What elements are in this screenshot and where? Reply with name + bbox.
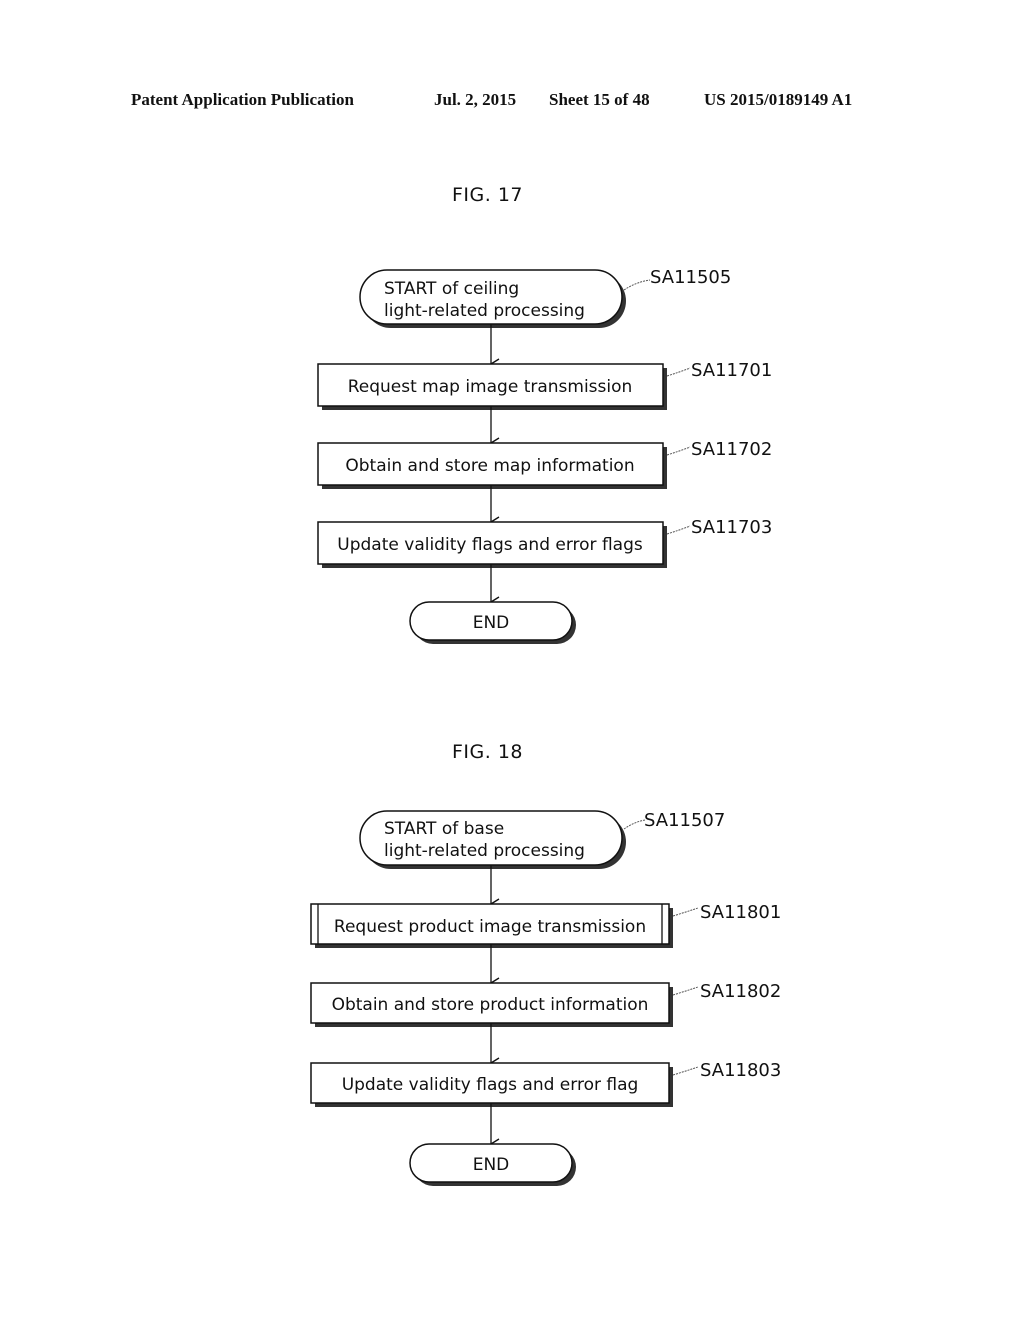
fig17-step-3-label: Update validity flags and error flags [337, 535, 643, 555]
fig18-step-3-leader [672, 1066, 699, 1076]
fig18-step-3: Update validity flags and error flag [310, 1062, 673, 1107]
fig18-step-2-leader [672, 986, 699, 996]
fig17-start-line1: START of ceiling [384, 279, 519, 299]
fig18-flowchart: START of base light-related processing S… [310, 810, 781, 1186]
flowcharts: START of ceiling light-related processin… [310, 267, 781, 1186]
fig18-step-3-ref: SA11803 [700, 1060, 781, 1081]
fig17-end-terminator: END [409, 601, 576, 644]
fig17-step-1-ref: SA11701 [691, 360, 772, 381]
fig17-start-line2: light-related processing [384, 301, 585, 321]
fig18-step-2-ref: SA11802 [700, 981, 781, 1002]
fig18-start-line2: light-related processing [384, 841, 585, 861]
fig17-flowchart: START of ceiling light-related processin… [317, 267, 772, 644]
fig17-step-3-leader [666, 525, 691, 535]
fig18-step-1-label: Request product image transmission [334, 917, 646, 937]
fig18-step-1-leader [672, 907, 699, 917]
fig18-end-terminator: END [409, 1143, 576, 1186]
fig18-start-terminator: START of base light-related processing [359, 810, 626, 869]
fig17-step-3: Update validity flags and error flags [317, 521, 667, 568]
fig17-step-1-leader [666, 367, 691, 377]
fig18-start-leader [623, 819, 646, 830]
fig18-start-ref: SA11507 [644, 810, 725, 831]
fig17-start-ref: SA11505 [650, 267, 731, 288]
fig18-step-2-label: Obtain and store product information [332, 995, 649, 1015]
fig17-step-2-ref: SA11702 [691, 439, 772, 460]
fig18-start-line1: START of base [384, 819, 504, 839]
fig18-step-2: Obtain and store product information [310, 982, 673, 1027]
fig17-step-3-ref: SA11703 [691, 517, 772, 538]
fig17-step-2-leader [666, 446, 691, 456]
fig17-step-2: Obtain and store map information [317, 442, 667, 489]
fig17-step-1-label: Request map image transmission [348, 377, 633, 397]
fig17-step-2-label: Obtain and store map information [345, 456, 634, 476]
fig17-start-terminator: START of ceiling light-related processin… [359, 269, 626, 328]
fig18-step-3-label: Update validity flags and error flag [342, 1075, 639, 1095]
fig17-end-label: END [473, 613, 510, 633]
fig17-start-leader [623, 279, 651, 291]
fig18-step-1-ref: SA11801 [700, 902, 781, 923]
fig18-step-1-subroutine: Request product image transmission [310, 903, 673, 948]
fig18-end-label: END [473, 1155, 510, 1175]
fig17-step-1: Request map image transmission [317, 363, 667, 410]
